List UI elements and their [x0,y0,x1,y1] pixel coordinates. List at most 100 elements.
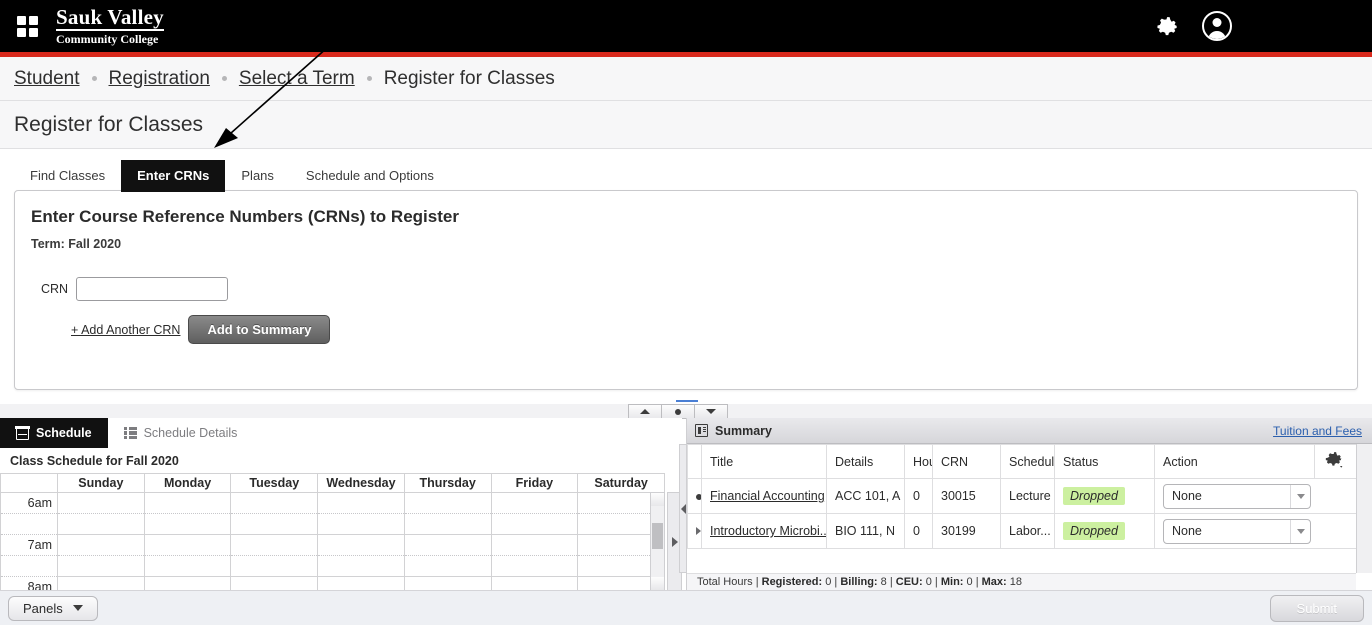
action-select[interactable]: None [1163,518,1311,544]
panel-collapse-left-icon[interactable] [679,444,687,573]
gear-icon[interactable] [1154,13,1180,39]
table-row[interactable]: Introductory Microbi... BIO 111, N 0 301… [687,513,1357,549]
breadcrumb-item-student[interactable]: Student [14,68,80,90]
time-label-blank [0,513,58,535]
tuition-and-fees-link[interactable]: Tuition and Fees [1273,424,1362,438]
schedule-cell[interactable] [143,534,232,556]
schedule-col-friday: Friday [490,473,579,493]
course-title-link[interactable]: Introductory Microbi... [710,524,826,538]
tab-enter-crns[interactable]: Enter CRNs [121,160,226,192]
summary-col-details[interactable]: Details [826,444,905,479]
tab-plans[interactable]: Plans [225,160,290,192]
schedule-cell[interactable] [490,534,579,556]
summary-vertical-scrollbar[interactable] [1356,444,1372,573]
schedule-cell[interactable] [230,534,319,556]
schedule-cell[interactable] [57,555,145,577]
schedule-vertical-scrollbar[interactable] [650,492,665,591]
crn-field-label: CRN [41,282,69,296]
schedule-panel-tabs: Schedule Schedule Details [0,418,682,448]
scroll-down-icon[interactable] [651,577,664,590]
registration-tabs: Find Classes Enter CRNs Plans Schedule a… [14,160,450,192]
cell-details: BIO 111, N [826,513,905,549]
chevron-down-icon[interactable] [1290,519,1310,543]
schedule-cell[interactable] [143,513,232,535]
submit-button[interactable]: Submit [1269,594,1364,622]
action-select-value: None [1172,524,1202,538]
schedule-col-time [0,473,58,493]
action-select[interactable]: None [1163,483,1311,509]
grid-apps-icon[interactable] [14,15,40,37]
chevron-down-icon[interactable] [1290,484,1310,508]
summary-panel-header: Summary Tuition and Fees [687,418,1372,444]
tab-schedule-and-options[interactable]: Schedule and Options [290,160,450,192]
row-marker[interactable] [687,513,702,549]
breadcrumb-item-registration[interactable]: Registration [109,68,210,90]
schedule-cell[interactable] [403,513,492,535]
schedule-cell[interactable] [403,492,492,514]
ceu-label: CEU: [895,576,923,588]
scroll-up-icon[interactable] [651,493,664,506]
schedule-cell[interactable] [490,555,579,577]
schedule-cell[interactable] [230,492,319,514]
schedule-cell[interactable] [143,555,232,577]
summary-col-action[interactable]: Action [1154,444,1315,479]
panels-button-label: Panels [23,600,63,616]
max-label: Max: [981,576,1007,588]
schedule-cell[interactable] [230,576,319,591]
panels-button[interactable]: Panels [8,595,98,621]
schedule-cell[interactable] [403,534,492,556]
schedule-cell[interactable] [230,513,319,535]
schedule-row-8am: 8am [0,576,665,591]
summary-col-crn[interactable]: CRN [932,444,1001,479]
breadcrumb-item-select-a-term[interactable]: Select a Term [239,68,355,90]
schedule-cell[interactable] [403,555,492,577]
table-row[interactable]: Financial Accounting ACC 101, A 0 30015 … [687,478,1357,514]
panel-restore-icon[interactable] [661,404,695,419]
schedule-row-730 [0,555,665,577]
scroll-up-icon[interactable] [1358,446,1372,460]
scrollbar-thumb[interactable] [652,523,663,549]
schedule-cell[interactable] [490,576,579,591]
schedule-cell[interactable] [57,576,145,591]
schedule-grid: Sunday Monday Tuesday Wednesday Thursday… [0,473,665,591]
schedule-cell[interactable] [230,555,319,577]
brand-logo[interactable]: Sauk Valley Community College [56,7,164,45]
schedule-cell[interactable] [317,513,405,535]
summary-col-hours[interactable]: Hour [904,444,933,479]
tab-schedule-details[interactable]: Schedule Details [108,418,254,448]
add-to-summary-button[interactable]: Add to Summary [188,315,331,344]
schedule-cell[interactable] [317,555,405,577]
schedule-cell[interactable] [143,492,232,514]
summary-col-title[interactable]: Title [701,444,827,479]
schedule-cell[interactable] [403,576,492,591]
tab-find-classes[interactable]: Find Classes [14,160,121,192]
schedule-cell[interactable] [57,534,145,556]
schedule-cell[interactable] [317,534,405,556]
summary-col-status[interactable]: Status [1054,444,1155,479]
panel-expand-up-icon[interactable] [628,404,662,419]
panel-collapse-down-icon[interactable] [694,404,728,419]
gear-dropdown-icon[interactable] [1324,449,1346,471]
schedule-cell[interactable] [317,492,405,514]
row-marker[interactable] [687,478,702,514]
scroll-down-icon[interactable] [1358,557,1372,571]
tab-schedule[interactable]: Schedule [0,418,108,448]
registered-label: Registered: [761,576,823,588]
row-selected-dot-icon [696,494,701,500]
header-actions [1154,11,1232,41]
add-another-crn-link[interactable]: + Add Another CRN [71,323,180,337]
schedule-cell[interactable] [317,576,405,591]
summary-col-schedule[interactable]: Schedule [1000,444,1055,479]
schedule-cell[interactable] [57,492,145,514]
crn-input[interactable] [76,277,229,301]
schedule-cell[interactable] [143,576,232,591]
billing-label: Billing: [840,576,878,588]
schedule-cell[interactable] [490,492,579,514]
course-title-link[interactable]: Financial Accounting [710,489,825,503]
crn-panel-heading: Enter Course Reference Numbers (CRNs) to… [31,207,459,226]
schedule-cell[interactable] [490,513,579,535]
schedule-cell[interactable] [57,513,145,535]
summary-title: Summary [715,423,772,438]
user-avatar-icon[interactable] [1202,11,1232,41]
schedule-col-monday: Monday [143,473,232,493]
